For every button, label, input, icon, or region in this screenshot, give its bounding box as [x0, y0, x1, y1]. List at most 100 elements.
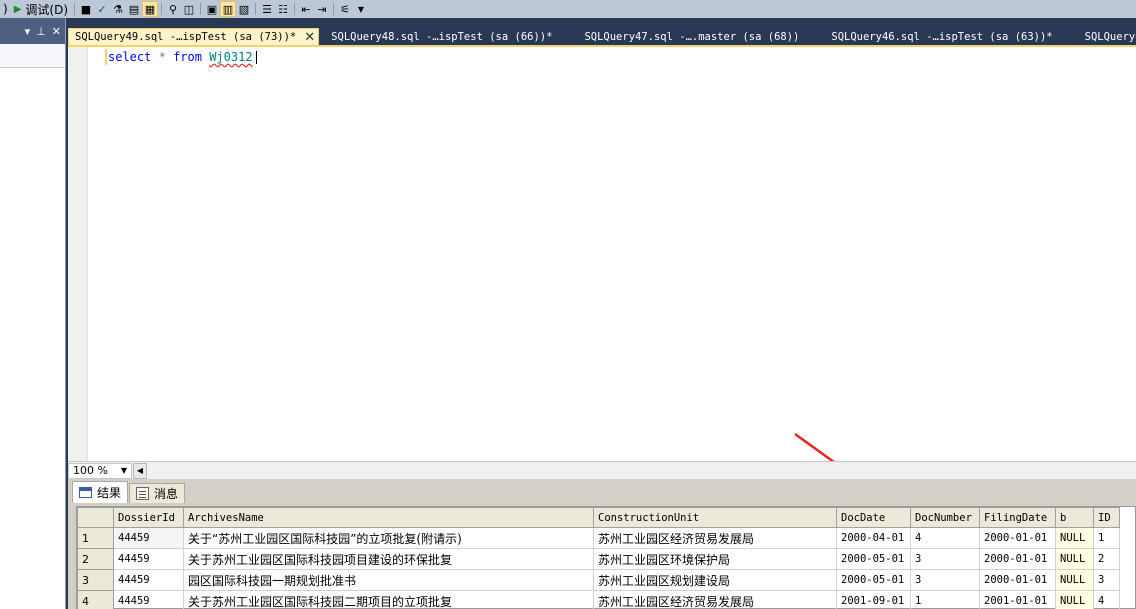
panel-toolbar [0, 44, 65, 68]
table-name: Wj0312 [209, 50, 253, 64]
stop-icon[interactable]: ■ [78, 1, 94, 17]
column-header[interactable]: FilingDate [979, 507, 1056, 528]
zoom-bar: 100 % ▼ ◀ [68, 461, 1136, 479]
tab-query45[interactable]: SQLQuery45.sql [1079, 28, 1136, 45]
cell-id[interactable]: 3 [1093, 569, 1120, 591]
panel-dropdown-icon[interactable]: ▾ [25, 25, 31, 38]
tab-results[interactable]: 结果 [72, 481, 129, 503]
debug-button[interactable]: ▶ 调试(D) [11, 1, 71, 17]
scroll-left-icon[interactable]: ◀ [133, 462, 147, 479]
tab-query48[interactable]: SQLQuery48.sql -…ispTest (sa (66))* [325, 28, 558, 45]
panel-close-icon[interactable]: ✕ [52, 25, 61, 38]
ssms-window: ) ▶ 调试(D) ■ ✓ ⚗ ▤ ▦ ⚲ ◫ ▣ ▥ ▧ ☰ ☷ ⇤ ⇥ ⚟ … [0, 0, 1136, 609]
table-row[interactable]: 2 44459 关于苏州工业园区国际科技园项目建设的环保批复 苏州工业园区环境保… [77, 548, 1120, 570]
sql-code-line[interactable]: select * from Wj0312 [108, 50, 257, 64]
cell-id[interactable]: 4 [1093, 590, 1120, 609]
zoom-value: 100 % [73, 464, 108, 477]
row-number[interactable]: 2 [77, 548, 114, 570]
row-number[interactable]: 4 [77, 590, 114, 609]
document-tabs: SQLQuery49.sql -…ispTest (sa (73))* ✕ SQ… [68, 26, 1136, 45]
star-operator: * [158, 50, 166, 64]
column-header[interactable]: ID [1093, 507, 1120, 528]
cell-dossier-id[interactable]: 44459 [113, 548, 184, 570]
results-to-text-icon[interactable]: ▣ [204, 1, 220, 17]
tab-messages[interactable]: 消息 [129, 483, 186, 503]
zoom-select[interactable]: 100 % ▼ [68, 462, 132, 479]
toolbar-overflow-icon[interactable]: ▼ [353, 1, 369, 17]
specify-values-icon[interactable]: ⚟ [337, 1, 353, 17]
cell-doc-date[interactable]: 2000-04-01 [836, 527, 911, 549]
cell-archives-name[interactable]: 关于“苏州工业园区国际科技园”的立项批复(附请示) [183, 527, 594, 549]
cell-construction-unit[interactable]: 苏州工业园区规划建设局 [593, 569, 837, 591]
column-header[interactable]: DocNumber [910, 507, 980, 528]
results-grid[interactable]: DossierId ArchivesName ConstructionUnit … [76, 506, 1136, 609]
cell-doc-number[interactable]: 3 [910, 569, 980, 591]
query-designer-icon[interactable]: ▤ [126, 1, 142, 17]
cell-construction-unit[interactable]: 苏州工业园区经济贸易发展局 [593, 527, 837, 549]
cell-b[interactable]: NULL [1055, 569, 1094, 591]
results-table: DossierId ArchivesName ConstructionUnit … [77, 507, 1120, 609]
cell-id[interactable]: 2 [1093, 548, 1120, 570]
cell-doc-date[interactable]: 2000-05-01 [836, 569, 911, 591]
main-toolbar: ) ▶ 调试(D) ■ ✓ ⚗ ▤ ▦ ⚲ ◫ ▣ ▥ ▧ ☰ ☷ ⇤ ⇥ ⚟ … [0, 0, 1136, 18]
cell-archives-name[interactable]: 园区国际科技园一期规划批准书 [183, 569, 594, 591]
results-to-grid-icon[interactable]: ▦ [142, 1, 158, 17]
estimated-plan-icon[interactable]: ⚗ [110, 1, 126, 17]
table-row[interactable]: 4 44459 关于苏州工业园区国际科技园二期项目的立项批复 苏州工业园区经济贸… [77, 590, 1120, 609]
results-file-icon[interactable]: ▧ [236, 1, 252, 17]
cell-dossier-id[interactable]: 44459 [113, 590, 184, 609]
editor-gutter [68, 47, 88, 461]
row-number-header[interactable] [77, 507, 114, 528]
cell-filing-date[interactable]: 2000-01-01 [979, 548, 1056, 570]
menu-partial[interactable]: ) [0, 1, 11, 17]
header-row: DossierId ArchivesName ConstructionUnit … [77, 507, 1120, 528]
row-number[interactable]: 3 [77, 569, 114, 591]
cell-doc-date[interactable]: 2000-05-01 [836, 548, 911, 570]
column-header[interactable]: ConstructionUnit [593, 507, 837, 528]
toolbar-divider [200, 3, 201, 15]
results-grid-icon[interactable]: ▥ [220, 1, 236, 17]
cell-b[interactable]: NULL [1055, 548, 1094, 570]
chevron-down-icon: ▼ [120, 466, 127, 475]
increase-indent-icon[interactable]: ⇥ [314, 1, 330, 17]
cell-dossier-id[interactable]: 44459 [113, 569, 184, 591]
column-header[interactable]: DossierId [113, 507, 184, 528]
column-header[interactable]: ArchivesName [183, 507, 594, 528]
column-header[interactable]: b [1055, 507, 1094, 528]
comment-icon[interactable]: ☰ [259, 1, 275, 17]
cell-filing-date[interactable]: 2001-01-01 [979, 590, 1056, 609]
cell-doc-number[interactable]: 1 [910, 590, 980, 609]
query-editor[interactable]: select * from Wj0312 [68, 45, 1136, 461]
column-header[interactable]: DocDate [836, 507, 911, 528]
tab-query49[interactable]: SQLQuery49.sql -…ispTest (sa (73))* ✕ [68, 28, 320, 45]
cell-construction-unit[interactable]: 苏州工业园区环境保护局 [593, 548, 837, 570]
cell-id[interactable]: 1 [1093, 527, 1120, 549]
tab-query47[interactable]: SQLQuery47.sql -….master (sa (68)) [578, 28, 805, 45]
parse-check-icon[interactable]: ✓ [94, 1, 110, 17]
table-row[interactable]: 1 44459 关于“苏州工业园区国际科技园”的立项批复(附请示) 苏州工业园区… [77, 527, 1120, 549]
cell-archives-name[interactable]: 关于苏州工业园区国际科技园项目建设的环保批复 [183, 548, 594, 570]
client-stats-icon[interactable]: ◫ [181, 1, 197, 17]
tab-query46[interactable]: SQLQuery46.sql -…ispTest (sa (63))* [825, 28, 1058, 45]
text-cursor [255, 51, 257, 64]
horizontal-scrollbar[interactable] [147, 462, 1136, 479]
pin-icon[interactable]: ⊥ [36, 25, 46, 38]
decrease-indent-icon[interactable]: ⇤ [298, 1, 314, 17]
cell-doc-date[interactable]: 2001-09-01 [836, 590, 911, 609]
cell-filing-date[interactable]: 2000-01-01 [979, 527, 1056, 549]
cell-construction-unit[interactable]: 苏州工业园区经济贸易发展局 [593, 590, 837, 609]
cell-filing-date[interactable]: 2000-01-01 [979, 569, 1056, 591]
cell-b[interactable]: NULL [1055, 527, 1094, 549]
tab-results-label: 结果 [97, 486, 122, 500]
cell-doc-number[interactable]: 3 [910, 548, 980, 570]
row-number[interactable]: 1 [77, 527, 114, 549]
uncomment-icon[interactable]: ☷ [275, 1, 291, 17]
cell-doc-number[interactable]: 4 [910, 527, 980, 549]
include-plan-icon[interactable]: ⚲ [165, 1, 181, 17]
cell-dossier-id[interactable]: 44459 [113, 527, 184, 549]
keyword-from: from [173, 50, 202, 64]
close-icon[interactable]: ✕ [304, 30, 315, 45]
table-row[interactable]: 3 44459 园区国际科技园一期规划批准书 苏州工业园区规划建设局 2000-… [77, 569, 1120, 591]
cell-b[interactable]: NULL [1055, 590, 1094, 609]
cell-archives-name[interactable]: 关于苏州工业园区国际科技园二期项目的立项批复 [183, 590, 594, 609]
